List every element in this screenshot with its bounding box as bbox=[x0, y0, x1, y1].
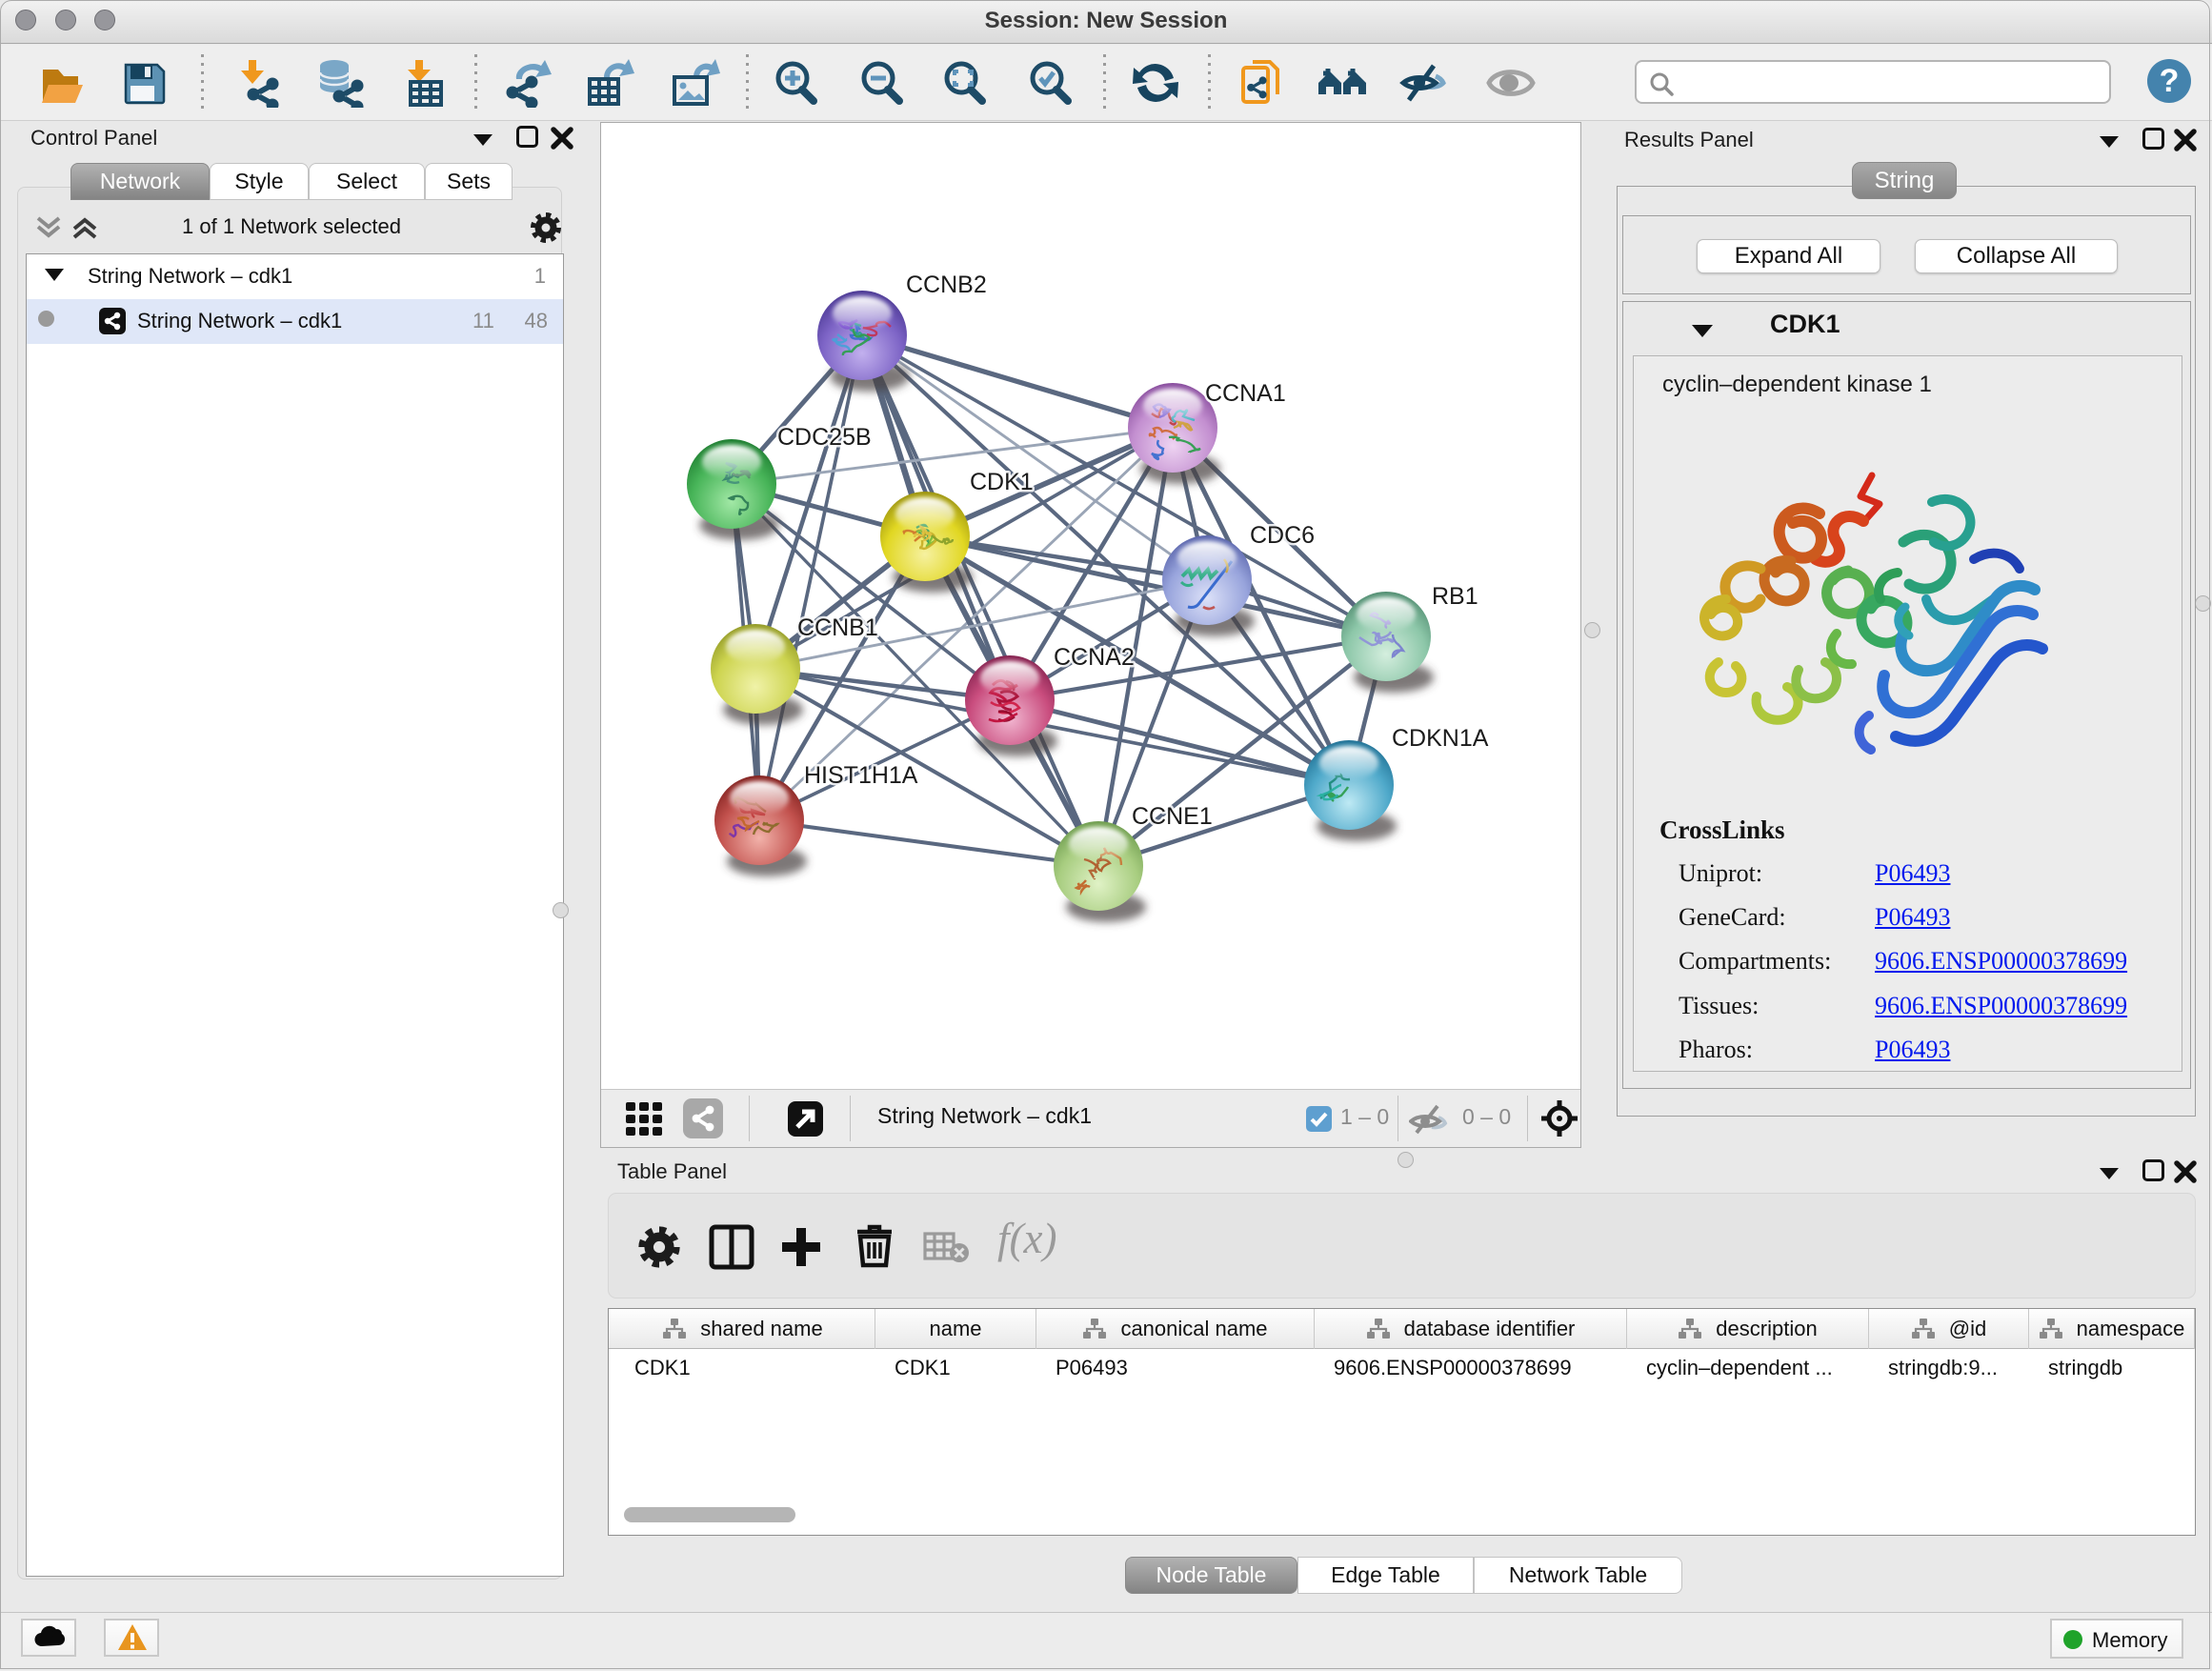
svg-text:CCNA1: CCNA1 bbox=[1205, 380, 1286, 407]
svg-text:CCNE1: CCNE1 bbox=[1132, 803, 1213, 830]
svg-text:CDKN1A: CDKN1A bbox=[1392, 725, 1489, 752]
svg-text:CCNB2: CCNB2 bbox=[906, 272, 987, 298]
svg-text:CDC25B: CDC25B bbox=[777, 424, 872, 451]
svg-text:CCNB1: CCNB1 bbox=[797, 614, 878, 641]
svg-text:CDC6: CDC6 bbox=[1250, 522, 1315, 549]
svg-text:HIST1H1A: HIST1H1A bbox=[804, 762, 918, 789]
svg-text:RB1: RB1 bbox=[1432, 583, 1478, 610]
svg-text:CCNA2: CCNA2 bbox=[1054, 644, 1135, 671]
svg-text:CDK1: CDK1 bbox=[970, 469, 1034, 495]
